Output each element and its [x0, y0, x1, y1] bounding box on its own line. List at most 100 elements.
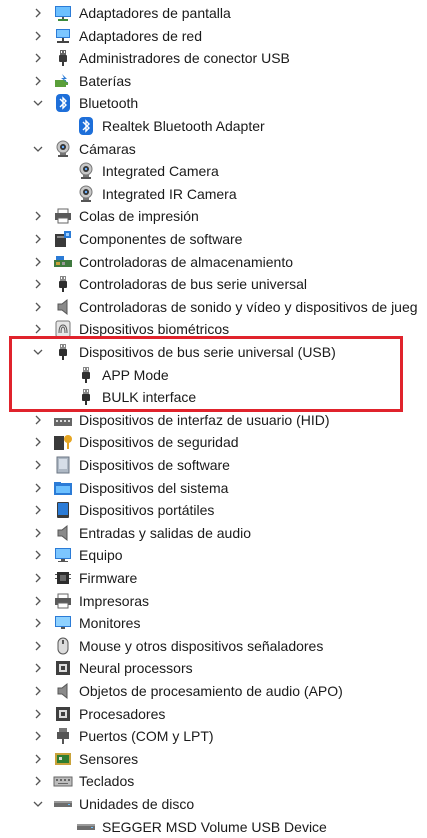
chevron-right-icon[interactable]: [31, 431, 45, 453]
firmware-icon: [53, 568, 73, 588]
disk-drive-icon: [53, 794, 73, 814]
tree-category-firmware[interactable]: Firmware: [0, 567, 427, 589]
tree-item-label: Firmware: [79, 570, 138, 586]
speaker-icon: [53, 523, 73, 543]
tree-category-dispositivos-biometricos[interactable]: Dispositivos biométricos: [0, 318, 427, 340]
tree-device-segger-msd-volume-usb-device[interactable]: SEGGER MSD Volume USB Device: [0, 816, 427, 838]
camera-icon: [76, 161, 96, 181]
tree-category-equipo[interactable]: Equipo: [0, 544, 427, 566]
tree-device-integrated-ir-camera[interactable]: Integrated IR Camera: [0, 183, 427, 205]
chevron-right-icon[interactable]: [31, 748, 45, 770]
chevron-right-icon[interactable]: [31, 2, 45, 24]
chevron-right-icon[interactable]: [31, 318, 45, 340]
computer-icon: [53, 545, 73, 565]
tree-category-mouse-y-otros-dispositivos-senaladores[interactable]: Mouse y otros dispositivos señaladores: [0, 635, 427, 657]
speaker-icon: [53, 681, 73, 701]
tree-category-adaptadores-de-pantalla[interactable]: Adaptadores de pantalla: [0, 2, 427, 24]
tree-category-dispositivos-de-bus-serie-universal-usb[interactable]: Dispositivos de bus serie universal (USB…: [0, 341, 427, 363]
system-folder-icon: [53, 478, 73, 498]
chevron-right-icon[interactable]: [31, 612, 45, 634]
tree-item-label: Objetos de procesamiento de audio (APO): [79, 683, 343, 699]
storage-controller-icon: [53, 252, 73, 272]
tree-category-adaptadores-de-red[interactable]: Adaptadores de red: [0, 25, 427, 47]
tree-category-bluetooth[interactable]: Bluetooth: [0, 92, 427, 114]
chevron-right-icon[interactable]: [31, 725, 45, 747]
tree-category-monitores[interactable]: Monitores: [0, 612, 427, 634]
tree-category-dispositivos-de-seguridad[interactable]: Dispositivos de seguridad: [0, 431, 427, 453]
chevron-down-icon[interactable]: [31, 138, 45, 160]
tree-category-puertos-com-y-lpt[interactable]: Puertos (COM y LPT): [0, 725, 427, 747]
chevron-right-icon[interactable]: [31, 70, 45, 92]
chevron-right-icon[interactable]: [31, 25, 45, 47]
tree-category-unidades-de-disco[interactable]: Unidades de disco: [0, 793, 427, 815]
tree-item-label: Dispositivos de interfaz de usuario (HID…: [79, 411, 330, 428]
software-component-icon: [53, 229, 73, 249]
speaker-icon: [53, 297, 73, 317]
tree-category-dispositivos-portatiles[interactable]: Dispositivos portátiles: [0, 499, 427, 521]
tree-category-sensores[interactable]: Sensores: [0, 748, 427, 770]
chevron-right-icon[interactable]: [31, 273, 45, 295]
tree-category-objetos-de-procesamiento-de-audio-apo[interactable]: Objetos de procesamiento de audio (APO): [0, 680, 427, 702]
chevron-right-icon[interactable]: [31, 251, 45, 273]
chevron-right-icon[interactable]: [31, 205, 45, 227]
tree-category-componentes-de-software[interactable]: Componentes de software: [0, 228, 427, 250]
tree-category-controladoras-de-sonido-y-video-y-dispositivos-de-jueg[interactable]: Controladoras de sonido y vídeo y dispos…: [0, 296, 427, 318]
chevron-right-icon[interactable]: [31, 567, 45, 589]
chevron-right-icon[interactable]: [31, 499, 45, 521]
bluetooth-icon: [53, 93, 73, 113]
tree-category-colas-de-impresion[interactable]: Colas de impresión: [0, 205, 427, 227]
tree-item-label: SEGGER MSD Volume USB Device: [102, 818, 327, 835]
network-adapter-icon: [53, 26, 73, 46]
tree-category-baterias[interactable]: Baterías: [0, 70, 427, 92]
tree-item-label: APP Mode: [102, 366, 169, 383]
tree-category-dispositivos-del-sistema[interactable]: Dispositivos del sistema: [0, 477, 427, 499]
tree-category-entradas-y-salidas-de-audio[interactable]: Entradas y salidas de audio: [0, 522, 427, 544]
tree-category-controladoras-de-bus-serie-universal[interactable]: Controladoras de bus serie universal: [0, 273, 427, 295]
chevron-right-icon[interactable]: [31, 228, 45, 250]
chevron-right-icon[interactable]: [31, 770, 45, 792]
tree-category-procesadores[interactable]: Procesadores: [0, 703, 427, 725]
tree-item-label: Controladoras de sonido y vídeo y dispos…: [79, 298, 418, 315]
tree-category-camaras[interactable]: Cámaras: [0, 138, 427, 160]
chevron-right-icon[interactable]: [31, 296, 45, 318]
chevron-right-icon[interactable]: [31, 657, 45, 679]
chevron-right-icon[interactable]: [31, 635, 45, 657]
chevron-right-icon[interactable]: [31, 477, 45, 499]
usb-plug-icon: [76, 387, 96, 407]
tree-item-label: Cámaras: [79, 140, 136, 157]
tree-category-impresoras[interactable]: Impresoras: [0, 590, 427, 612]
chevron-down-icon[interactable]: [31, 793, 45, 815]
chevron-right-icon[interactable]: [31, 544, 45, 566]
usb-connector-icon: [53, 48, 73, 68]
tree-device-realtek-bluetooth-adapter[interactable]: Realtek Bluetooth Adapter: [0, 115, 427, 137]
chevron-right-icon[interactable]: [31, 47, 45, 69]
chevron-down-icon[interactable]: [31, 92, 45, 114]
tree-category-controladoras-de-almacenamiento[interactable]: Controladoras de almacenamiento: [0, 251, 427, 273]
tree-device-bulk-interface[interactable]: BULK interface: [0, 386, 427, 408]
chevron-right-icon[interactable]: [31, 590, 45, 612]
tree-item-label: Baterías: [79, 72, 132, 89]
chevron-right-icon[interactable]: [31, 703, 45, 725]
processor-icon: [53, 704, 73, 724]
tree-category-neural-processors[interactable]: Neural processors: [0, 657, 427, 679]
tree-category-administradores-de-conector-usb[interactable]: Administradores de conector USB: [0, 47, 427, 69]
tree-item-label: Mouse y otros dispositivos señaladores: [79, 637, 324, 654]
bluetooth-icon: [76, 116, 96, 136]
chevron-right-icon[interactable]: [31, 680, 45, 702]
tree-category-dispositivos-de-software[interactable]: Dispositivos de software: [0, 454, 427, 476]
tree-item-label: Impresoras: [79, 592, 150, 609]
usb-plug-icon: [53, 274, 73, 294]
chevron-down-icon[interactable]: [31, 341, 45, 363]
tree-item-label: Puertos (COM y LPT): [79, 728, 214, 745]
tree-category-dispositivos-de-interfaz-de-usuario-hid[interactable]: Dispositivos de interfaz de usuario (HID…: [0, 409, 427, 431]
printer-icon: [53, 591, 73, 611]
tree-device-app-mode[interactable]: APP Mode: [0, 364, 427, 386]
fingerprint-icon: [53, 319, 73, 339]
chevron-right-icon[interactable]: [31, 409, 45, 431]
tree-category-teclados[interactable]: Teclados: [0, 770, 427, 792]
chevron-right-icon[interactable]: [31, 522, 45, 544]
battery-icon: [53, 71, 73, 91]
tree-device-integrated-camera[interactable]: Integrated Camera: [0, 160, 427, 182]
chevron-right-icon[interactable]: [31, 454, 45, 476]
usb-plug-icon: [76, 365, 96, 385]
